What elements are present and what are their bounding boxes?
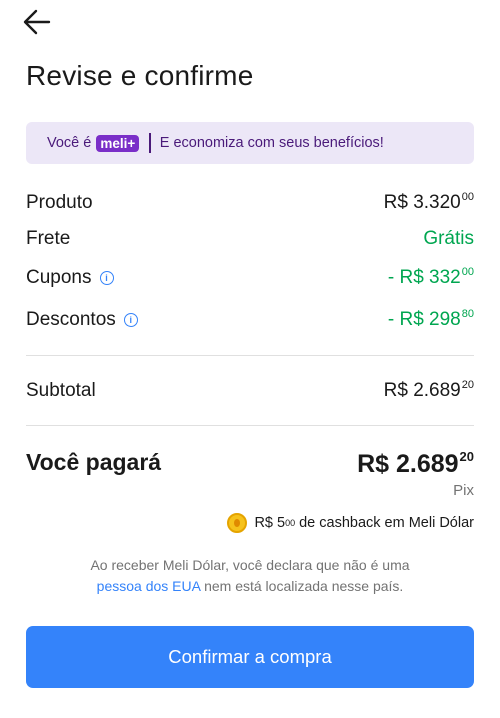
descontos-value: - R$ 29880 [387, 308, 474, 330]
confirm-purchase-button[interactable]: Confirmar a compra [26, 626, 474, 688]
frete-label: Frete [26, 228, 71, 249]
divider [26, 355, 474, 356]
banner-prefix: Você é [47, 135, 92, 151]
cashback-text: de cashback em Meli Dólar [299, 515, 474, 531]
meli-dolar-coin-icon [227, 513, 248, 533]
banner-text: E economiza com seus benefícios! [159, 135, 384, 151]
arrow-left-icon[interactable] [22, 8, 52, 36]
frete-row: Frete Grátis [26, 228, 474, 250]
subtotal-label: Subtotal [26, 380, 96, 401]
info-icon[interactable]: i [123, 313, 138, 327]
produto-value: R$ 3.32000 [383, 191, 474, 213]
cashback-cents: 00 [285, 518, 296, 528]
meli-plus-badge: meli+ [96, 134, 140, 152]
cupons-row: Cupons i - R$ 33200 [26, 266, 474, 289]
divider [26, 425, 474, 426]
meli-plus-banner: Você é meli+ E economiza com seus benefí… [26, 122, 474, 164]
frete-value: Grátis [423, 228, 474, 249]
descontos-label: Descontos i [26, 309, 138, 331]
info-icon[interactable]: i [99, 271, 114, 285]
banner-separator [149, 133, 151, 153]
payment-method: Pix [453, 482, 474, 499]
disclaimer: Ao receber Meli Dólar, você declara que … [90, 557, 410, 594]
cupons-label: Cupons i [26, 267, 114, 289]
page-title: Revise e confirme [26, 60, 254, 91]
subtotal-value: R$ 2.68920 [383, 379, 474, 401]
subtotal-row: Subtotal R$ 2.68920 [26, 379, 474, 402]
total-value: R$ 2.68920 [357, 449, 474, 478]
produto-label: Produto [26, 192, 93, 213]
us-person-link[interactable]: pessoa dos EUA [97, 578, 201, 594]
cupons-value: - R$ 33200 [387, 266, 474, 288]
cashback-info: R$ 5 00 de cashback em Meli Dólar [227, 513, 474, 533]
descontos-row: Descontos i - R$ 29880 [26, 308, 474, 331]
produto-row: Produto R$ 3.32000 [26, 191, 474, 214]
cashback-amount: R$ 5 [254, 515, 286, 531]
total-label: Você pagará [26, 449, 162, 475]
